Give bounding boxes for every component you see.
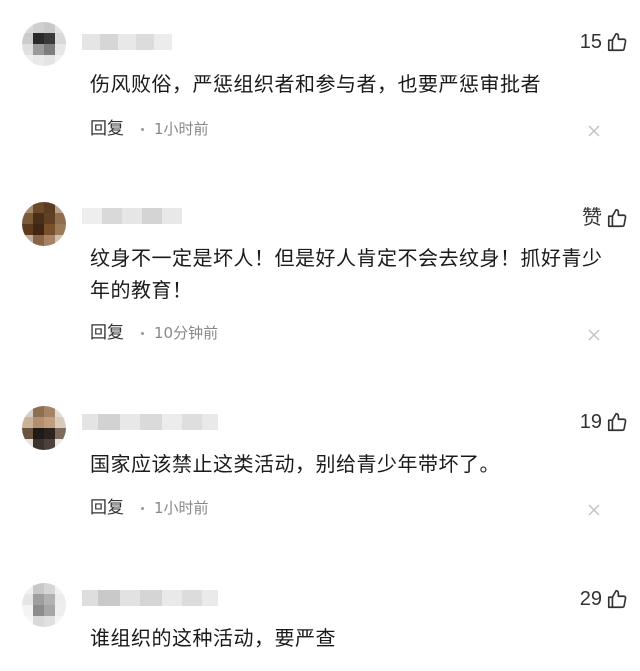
reply-button[interactable]: 回复	[90, 119, 124, 139]
comment-time: 10分钟前	[154, 324, 219, 342]
separator-dot	[141, 128, 144, 131]
avatar[interactable]	[22, 583, 66, 627]
thumbs-up-icon[interactable]	[606, 207, 628, 229]
avatar[interactable]	[22, 202, 66, 246]
separator-dot	[141, 332, 144, 335]
comment-text: 伤风败俗，严惩组织者和参与者，也要严惩审批者	[90, 72, 541, 96]
reply-button[interactable]: 回复	[90, 498, 124, 518]
thumbs-up-icon[interactable]	[606, 31, 628, 53]
like-count: 19	[579, 411, 602, 433]
username-blurred[interactable]	[82, 208, 182, 224]
comment-text: 纹身不一定是坏人！但是好人肯定不会去纹身！抓好青少年的教育！	[90, 246, 603, 302]
comment-text: 谁组织的这种活动，要严查	[90, 626, 336, 650]
reply-button[interactable]: 回复	[90, 323, 124, 343]
separator-dot	[141, 507, 144, 510]
avatar[interactable]	[22, 406, 66, 450]
thumbs-up-icon[interactable]	[606, 411, 628, 433]
comment-time: 1小时前	[154, 499, 209, 517]
thumbs-up-icon[interactable]	[606, 588, 628, 610]
username-blurred[interactable]	[82, 590, 218, 606]
like-count: 赞	[582, 207, 602, 229]
comment-text: 国家应该禁止这类活动，别给青少年带坏了。	[90, 452, 500, 476]
username-blurred[interactable]	[82, 34, 172, 50]
close-icon[interactable]	[588, 329, 600, 341]
avatar[interactable]	[22, 22, 66, 66]
username-blurred[interactable]	[82, 414, 218, 430]
comment-time: 1小时前	[154, 120, 209, 138]
close-icon[interactable]	[588, 504, 600, 516]
like-count: 29	[579, 588, 602, 610]
close-icon[interactable]	[588, 125, 600, 137]
like-count: 15	[579, 31, 602, 53]
